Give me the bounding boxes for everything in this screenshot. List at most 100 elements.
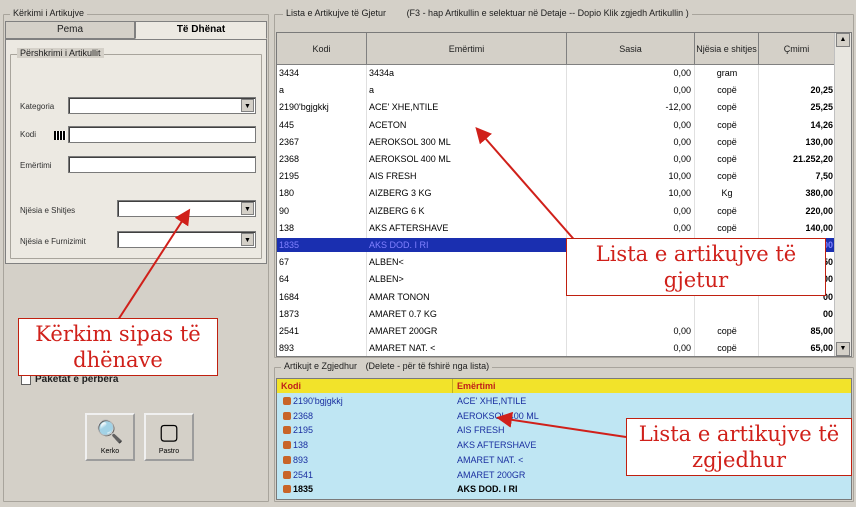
name-label: Emërtimi [20, 161, 52, 170]
callout-search-by-data: Kërkim sipas të dhënave [18, 318, 218, 376]
article-icon [283, 397, 291, 405]
table-row[interactable]: 2190'bgjgkkj ACE' XHE,NTILE -12,00 copë 25,2… [277, 100, 835, 114]
cell-code: 2367 [279, 136, 300, 147]
found-scrollbar[interactable]: ▲ ▼ [834, 33, 851, 356]
cell-unit: copë [717, 102, 737, 113]
table-row[interactable]: 90 AIZBERG 6 K 0,00 copë 220,00 [277, 204, 835, 218]
cell-price: 7,50 [815, 171, 833, 182]
code-input[interactable] [68, 126, 256, 143]
cell-price: 65,00 [810, 343, 833, 354]
cell-unit: copë [717, 222, 737, 233]
clear-button-label: Pastro [158, 448, 180, 455]
tab-tree[interactable]: Pema [5, 21, 135, 39]
scroll-down-icon[interactable]: ▼ [836, 342, 850, 356]
table-row[interactable]: 893 AMARET NAT. < 0,00 copë 65,00 [277, 341, 835, 355]
cell-name: AMAR TONON [369, 291, 430, 302]
tab-data[interactable]: Të Dhënat [135, 21, 267, 39]
column-header-code[interactable]: Kodi [277, 33, 367, 65]
cell-name: ALBEN> [369, 274, 404, 285]
cell-name: AIZBERG 6 K [369, 205, 425, 216]
sale-unit-select[interactable]: ▼ [117, 200, 256, 217]
cell-code: 2195 [283, 424, 453, 436]
column-header-quantity[interactable]: Sasia [567, 33, 695, 65]
table-row[interactable]: 138 AKS AFTERSHAVE 0,00 copë 140,00 [277, 221, 835, 235]
table-row[interactable]: 1873 AMARET 0.7 KG 00 [277, 307, 835, 321]
search-articles-title: Kërkimi i Artikujve [10, 8, 88, 18]
name-input[interactable] [68, 156, 256, 173]
search-button[interactable]: 🔍 Kerko [85, 413, 135, 461]
cell-code: 3434 [279, 68, 300, 78]
cell-name: AIS FRESH [369, 171, 417, 182]
cell-name: a [369, 85, 375, 96]
category-label: Kategoria [20, 102, 55, 111]
cell-code-text: 893 [293, 454, 309, 465]
article-icon [283, 411, 291, 420]
cell-price: 85,00 [810, 326, 833, 336]
cell-code: a [279, 85, 285, 96]
cell-name: ACE' XHE,NTILE [457, 396, 527, 406]
list-item[interactable]: 2190'bgjgkkj ACE' XHE,NTILE [277, 395, 851, 407]
callout-chosen-list: Lista e artikujve të zgjedhur [626, 418, 852, 476]
cell-quantity: 0,00 [673, 68, 691, 78]
list-item[interactable]: 1835 AKS DOD. I RI [277, 483, 851, 495]
cell-unit: gram [716, 68, 738, 78]
cell-price: 00 [822, 308, 833, 319]
chevron-down-icon[interactable]: ▼ [241, 99, 254, 112]
callout-found-list: Lista e artikujve të gjetur [566, 238, 826, 296]
code-label: Kodi [20, 130, 37, 139]
cell-name: AMARET 0.7 KG [369, 308, 437, 319]
cell-code: 1835 [283, 483, 453, 495]
cell-code: 1873 [279, 308, 300, 319]
category-select[interactable]: ▼ [68, 97, 256, 114]
column-header-name[interactable]: Emërtimi [367, 33, 567, 65]
cell-name: AIZBERG 3 KG [369, 188, 432, 199]
article-icon [283, 441, 291, 450]
found-title-text: Lista e Artikujve të Gjetur [286, 8, 387, 18]
cell-price: 25,25 [810, 102, 833, 113]
cell-code: 2368 [283, 410, 453, 422]
article-icon [283, 470, 291, 479]
cell-name: AKS DOD. I RI [457, 484, 518, 495]
cell-code: 67 [279, 257, 290, 268]
table-row[interactable]: 2195 AIS FRESH 10,00 copë 7,50 [277, 169, 835, 183]
magnifier-icon: 🔍 [96, 419, 124, 444]
chosen-hint-text: (Delete - për të fshirë nga lista) [365, 361, 490, 371]
found-articles-table[interactable]: Kodi Emërtimi Sasia Njësia e shitjes Çmi… [276, 32, 852, 357]
clear-button[interactable]: ▢ Pastro [144, 413, 194, 461]
table-row[interactable]: 180 AIZBERG 3 KG 10,00 Kg 380,00 [277, 186, 835, 200]
composite-packages-checkbox[interactable] [21, 375, 31, 385]
chevron-down-icon[interactable]: ▼ [241, 233, 254, 246]
cell-code: 445 [279, 119, 295, 130]
table-row[interactable]: 445 ACETON 0,00 copë 14,26 [277, 118, 835, 132]
table-row[interactable]: 2368 AEROKSOL 400 ML 0,00 copë 21.252,20 [277, 152, 835, 166]
article-icon [283, 426, 291, 435]
cell-name: AEROKSOL 300 ML [369, 136, 451, 147]
cell-code-text: 2368 [293, 410, 314, 421]
table-row[interactable]: 3434 3434a 0,00 gram [277, 66, 835, 80]
column-header-unit[interactable]: Njësia e shitjes [695, 33, 759, 65]
cell-name: AMARET NAT. < [369, 343, 436, 354]
tab-strip: Pema Të Dhënat [5, 21, 267, 39]
cell-unit: copë [717, 343, 737, 354]
scroll-up-icon[interactable]: ▲ [836, 33, 850, 47]
table-row[interactable]: 2541 AMARET 200GR 0,00 copë 85,00 [277, 324, 835, 338]
chevron-down-icon[interactable]: ▼ [241, 202, 254, 215]
cell-quantity: 0,00 [673, 343, 691, 354]
column-header-price[interactable]: Çmimi [759, 33, 835, 65]
blank-page-icon: ▢ [158, 419, 180, 444]
table-row[interactable]: 2367 AEROKSOL 300 ML 0,00 copë 130,00 [277, 135, 835, 149]
chosen-header-name[interactable]: Emërtimi [453, 379, 851, 393]
cell-name: AEROKSOL 400 ML [369, 154, 451, 164]
cell-name: ACETON [369, 119, 407, 130]
cell-quantity: -12,00 [665, 102, 691, 113]
chosen-header-code[interactable]: Kodi [277, 379, 453, 393]
cell-code: 1684 [279, 291, 300, 302]
cell-unit: copë [717, 205, 737, 216]
sale-unit-label: Njësia e Shitjes [20, 206, 76, 215]
supply-unit-label: Njësia e Furnizimit [20, 237, 86, 246]
cell-quantity: 10,00 [668, 188, 691, 199]
cell-code: 138 [279, 222, 295, 233]
cell-code-text: 2190'bgjgkkj [293, 396, 343, 406]
table-row[interactable]: a a 0,00 copë 20,25 [277, 83, 835, 97]
supply-unit-select[interactable]: ▼ [117, 231, 256, 248]
